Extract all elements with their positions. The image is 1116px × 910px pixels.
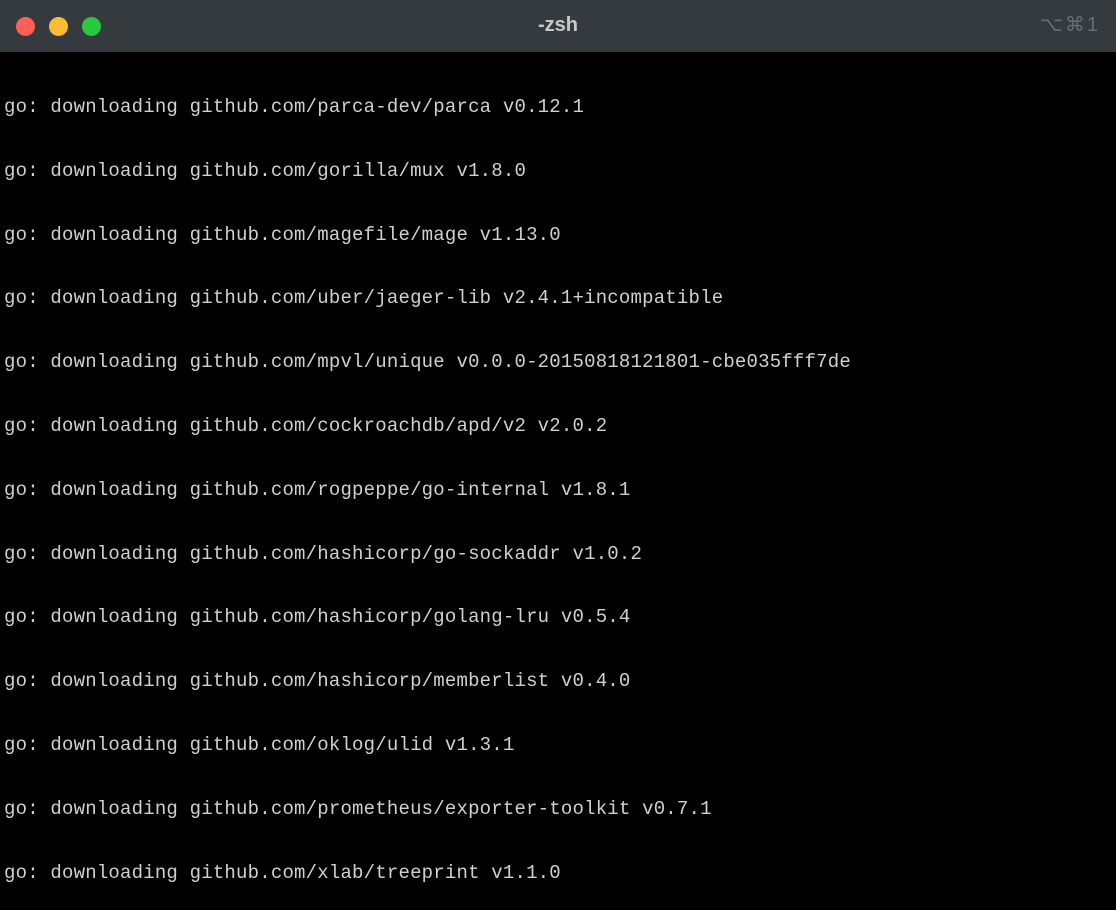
window-title: -zsh (538, 9, 578, 43)
output-line: go: downloading github.com/uber/jaeger-l… (4, 283, 1112, 315)
traffic-lights (16, 17, 101, 36)
output-line: go: downloading github.com/cockroachdb/a… (4, 411, 1112, 443)
output-line: go: downloading github.com/hashicorp/gol… (4, 602, 1112, 634)
output-line: go: downloading github.com/hashicorp/mem… (4, 666, 1112, 698)
output-line: go: downloading github.com/hashicorp/go-… (4, 539, 1112, 571)
output-line: go: downloading github.com/gorilla/mux v… (4, 156, 1112, 188)
maximize-button[interactable] (82, 17, 101, 36)
minimize-button[interactable] (49, 17, 68, 36)
output-line: go: downloading github.com/mpvl/unique v… (4, 347, 1112, 379)
output-line: go: downloading github.com/parca-dev/par… (4, 92, 1112, 124)
output-line: go: downloading github.com/xlab/treeprin… (4, 858, 1112, 890)
titlebar: -zsh ⌥⌘1 (0, 0, 1116, 52)
output-line: go: downloading github.com/prometheus/ex… (4, 794, 1112, 826)
output-line: go: downloading github.com/rogpeppe/go-i… (4, 475, 1112, 507)
output-line: go: downloading github.com/magefile/mage… (4, 220, 1112, 252)
terminal-output[interactable]: go: downloading github.com/parca-dev/par… (0, 52, 1116, 910)
output-line: go: downloading github.com/oklog/ulid v1… (4, 730, 1112, 762)
close-button[interactable] (16, 17, 35, 36)
window-shortcut-hint: ⌥⌘1 (1040, 9, 1100, 43)
